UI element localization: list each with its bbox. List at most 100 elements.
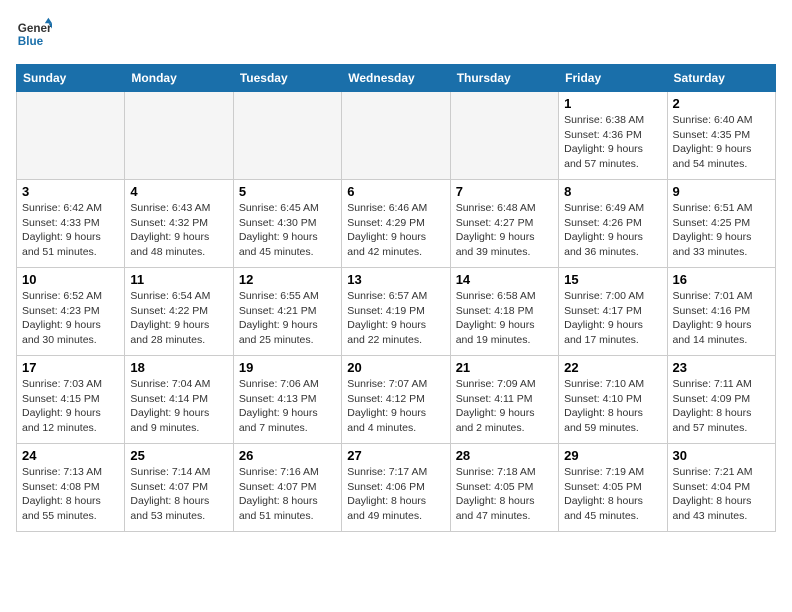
day-cell: 2Sunrise: 6:40 AMSunset: 4:35 PMDaylight… <box>667 92 775 180</box>
day-number: 24 <box>22 448 119 463</box>
day-number: 11 <box>130 272 227 287</box>
day-number: 19 <box>239 360 336 375</box>
day-cell: 18 Sunrise: 7:04 AMSunset: 4:14 PMDayligh… <box>125 356 233 444</box>
day-cell: 14 Sunrise: 6:58 AMSunset: 4:18 PMDayligh… <box>450 268 558 356</box>
day-detail: Sunrise: 7:01 AMSunset: 4:16 PMDaylight:… <box>673 289 770 348</box>
day-detail: Sunrise: 7:06 AMSunset: 4:13 PMDaylight:… <box>239 377 336 436</box>
day-cell: 17 Sunrise: 7:03 AMSunset: 4:15 PMDayligh… <box>17 356 125 444</box>
day-cell: 13 Sunrise: 6:57 AMSunset: 4:19 PMDayligh… <box>342 268 450 356</box>
day-number: 28 <box>456 448 553 463</box>
day-cell: 30 Sunrise: 7:21 AMSunset: 4:04 PMDayligh… <box>667 444 775 532</box>
day-cell: 21Sunrise: 7:09 AMSunset: 4:11 PMDayligh… <box>450 356 558 444</box>
day-cell: 22 Sunrise: 7:10 AMSunset: 4:10 PMDayligh… <box>559 356 667 444</box>
day-number: 29 <box>564 448 661 463</box>
day-detail: Sunrise: 7:04 AMSunset: 4:14 PMDaylight:… <box>130 377 227 436</box>
day-cell: 16Sunrise: 7:01 AMSunset: 4:16 PMDayligh… <box>667 268 775 356</box>
day-detail: Sunrise: 6:42 AMSunset: 4:33 PMDaylight:… <box>22 201 119 260</box>
day-detail: Sunrise: 7:00 AMSunset: 4:17 PMDaylight:… <box>564 289 661 348</box>
day-detail: Sunrise: 6:48 AMSunset: 4:27 PMDaylight:… <box>456 201 553 260</box>
day-number: 13 <box>347 272 444 287</box>
day-cell: 19 Sunrise: 7:06 AMSunset: 4:13 PMDayligh… <box>233 356 341 444</box>
day-cell: 5 Sunrise: 6:45 AMSunset: 4:30 PMDaylight… <box>233 180 341 268</box>
day-detail: Sunrise: 7:03 AMSunset: 4:15 PMDaylight:… <box>22 377 119 436</box>
day-cell: 4 Sunrise: 6:43 AMSunset: 4:32 PMDaylight… <box>125 180 233 268</box>
day-detail: Sunrise: 6:55 AMSunset: 4:21 PMDaylight:… <box>239 289 336 348</box>
day-detail: Sunrise: 6:51 AMSunset: 4:25 PMDaylight:… <box>673 201 770 260</box>
day-number: 6 <box>347 184 444 199</box>
day-number: 10 <box>22 272 119 287</box>
svg-text:General: General <box>18 22 52 35</box>
day-cell: 12 Sunrise: 6:55 AMSunset: 4:21 PMDayligh… <box>233 268 341 356</box>
day-detail: Sunrise: 6:38 AMSunset: 4:36 PMDaylight:… <box>564 113 661 172</box>
day-cell: 3 Sunrise: 6:42 AMSunset: 4:33 PMDaylight… <box>17 180 125 268</box>
day-detail: Sunrise: 7:21 AMSunset: 4:04 PMDaylight:… <box>673 465 770 524</box>
day-number: 1 <box>564 96 661 111</box>
day-cell: 26Sunrise: 7:16 AMSunset: 4:07 PMDayligh… <box>233 444 341 532</box>
day-detail: Sunrise: 7:10 AMSunset: 4:10 PMDaylight:… <box>564 377 661 436</box>
day-detail: Sunrise: 7:13 AMSunset: 4:08 PMDaylight:… <box>22 465 119 524</box>
day-detail: Sunrise: 6:52 AMSunset: 4:23 PMDaylight:… <box>22 289 119 348</box>
day-detail: Sunrise: 6:57 AMSunset: 4:19 PMDaylight:… <box>347 289 444 348</box>
week-row-4: 17 Sunrise: 7:03 AMSunset: 4:15 PMDayligh… <box>17 356 776 444</box>
day-number: 12 <box>239 272 336 287</box>
day-cell: 23 Sunrise: 7:11 AMSunset: 4:09 PMDayligh… <box>667 356 775 444</box>
day-cell <box>450 92 558 180</box>
day-detail: Sunrise: 6:54 AMSunset: 4:22 PMDaylight:… <box>130 289 227 348</box>
svg-text:Blue: Blue <box>18 35 44 48</box>
day-cell: 6 Sunrise: 6:46 AMSunset: 4:29 PMDaylight… <box>342 180 450 268</box>
header-saturday: Saturday <box>667 65 775 92</box>
day-cell: 24 Sunrise: 7:13 AMSunset: 4:08 PMDayligh… <box>17 444 125 532</box>
day-cell: 20 Sunrise: 7:07 AMSunset: 4:12 PMDayligh… <box>342 356 450 444</box>
week-row-3: 10 Sunrise: 6:52 AMSunset: 4:23 PMDayligh… <box>17 268 776 356</box>
day-number: 2 <box>673 96 770 111</box>
calendar-table: SundayMondayTuesdayWednesdayThursdayFrid… <box>16 64 776 532</box>
day-detail: Sunrise: 6:49 AMSunset: 4:26 PMDaylight:… <box>564 201 661 260</box>
day-cell: 8Sunrise: 6:49 AMSunset: 4:26 PMDaylight… <box>559 180 667 268</box>
day-number: 4 <box>130 184 227 199</box>
day-cell <box>125 92 233 180</box>
day-number: 30 <box>673 448 770 463</box>
day-detail: Sunrise: 7:17 AMSunset: 4:06 PMDaylight:… <box>347 465 444 524</box>
day-cell: 29 Sunrise: 7:19 AMSunset: 4:05 PMDayligh… <box>559 444 667 532</box>
day-detail: Sunrise: 7:11 AMSunset: 4:09 PMDaylight:… <box>673 377 770 436</box>
day-number: 26 <box>239 448 336 463</box>
page-header: General Blue <box>16 16 776 52</box>
day-number: 20 <box>347 360 444 375</box>
logo-icon: General Blue <box>16 16 52 52</box>
day-cell <box>342 92 450 180</box>
day-cell: 11 Sunrise: 6:54 AMSunset: 4:22 PMDayligh… <box>125 268 233 356</box>
day-number: 3 <box>22 184 119 199</box>
day-number: 22 <box>564 360 661 375</box>
day-detail: Sunrise: 7:18 AMSunset: 4:05 PMDaylight:… <box>456 465 553 524</box>
week-row-1: 1 Sunrise: 6:38 AMSunset: 4:36 PMDaylight… <box>17 92 776 180</box>
day-detail: Sunrise: 7:07 AMSunset: 4:12 PMDaylight:… <box>347 377 444 436</box>
day-detail: Sunrise: 6:43 AMSunset: 4:32 PMDaylight:… <box>130 201 227 260</box>
day-number: 18 <box>130 360 227 375</box>
day-detail: Sunrise: 6:45 AMSunset: 4:30 PMDaylight:… <box>239 201 336 260</box>
day-number: 25 <box>130 448 227 463</box>
day-detail: Sunrise: 7:19 AMSunset: 4:05 PMDaylight:… <box>564 465 661 524</box>
header-row: SundayMondayTuesdayWednesdayThursdayFrid… <box>17 65 776 92</box>
day-number: 5 <box>239 184 336 199</box>
day-number: 15 <box>564 272 661 287</box>
day-cell: 25Sunrise: 7:14 AMSunset: 4:07 PMDayligh… <box>125 444 233 532</box>
day-detail: Sunrise: 6:46 AMSunset: 4:29 PMDaylight:… <box>347 201 444 260</box>
header-friday: Friday <box>559 65 667 92</box>
day-number: 14 <box>456 272 553 287</box>
logo: General Blue <box>16 16 52 52</box>
day-cell <box>233 92 341 180</box>
day-cell: 1 Sunrise: 6:38 AMSunset: 4:36 PMDaylight… <box>559 92 667 180</box>
day-number: 21 <box>456 360 553 375</box>
header-wednesday: Wednesday <box>342 65 450 92</box>
day-number: 17 <box>22 360 119 375</box>
day-detail: Sunrise: 6:58 AMSunset: 4:18 PMDaylight:… <box>456 289 553 348</box>
header-sunday: Sunday <box>17 65 125 92</box>
day-cell: 9Sunrise: 6:51 AMSunset: 4:25 PMDaylight… <box>667 180 775 268</box>
day-cell: 10 Sunrise: 6:52 AMSunset: 4:23 PMDayligh… <box>17 268 125 356</box>
header-thursday: Thursday <box>450 65 558 92</box>
day-cell: 7Sunrise: 6:48 AMSunset: 4:27 PMDaylight… <box>450 180 558 268</box>
day-number: 23 <box>673 360 770 375</box>
day-cell: 28 Sunrise: 7:18 AMSunset: 4:05 PMDayligh… <box>450 444 558 532</box>
week-row-5: 24 Sunrise: 7:13 AMSunset: 4:08 PMDayligh… <box>17 444 776 532</box>
day-cell: 27Sunrise: 7:17 AMSunset: 4:06 PMDayligh… <box>342 444 450 532</box>
